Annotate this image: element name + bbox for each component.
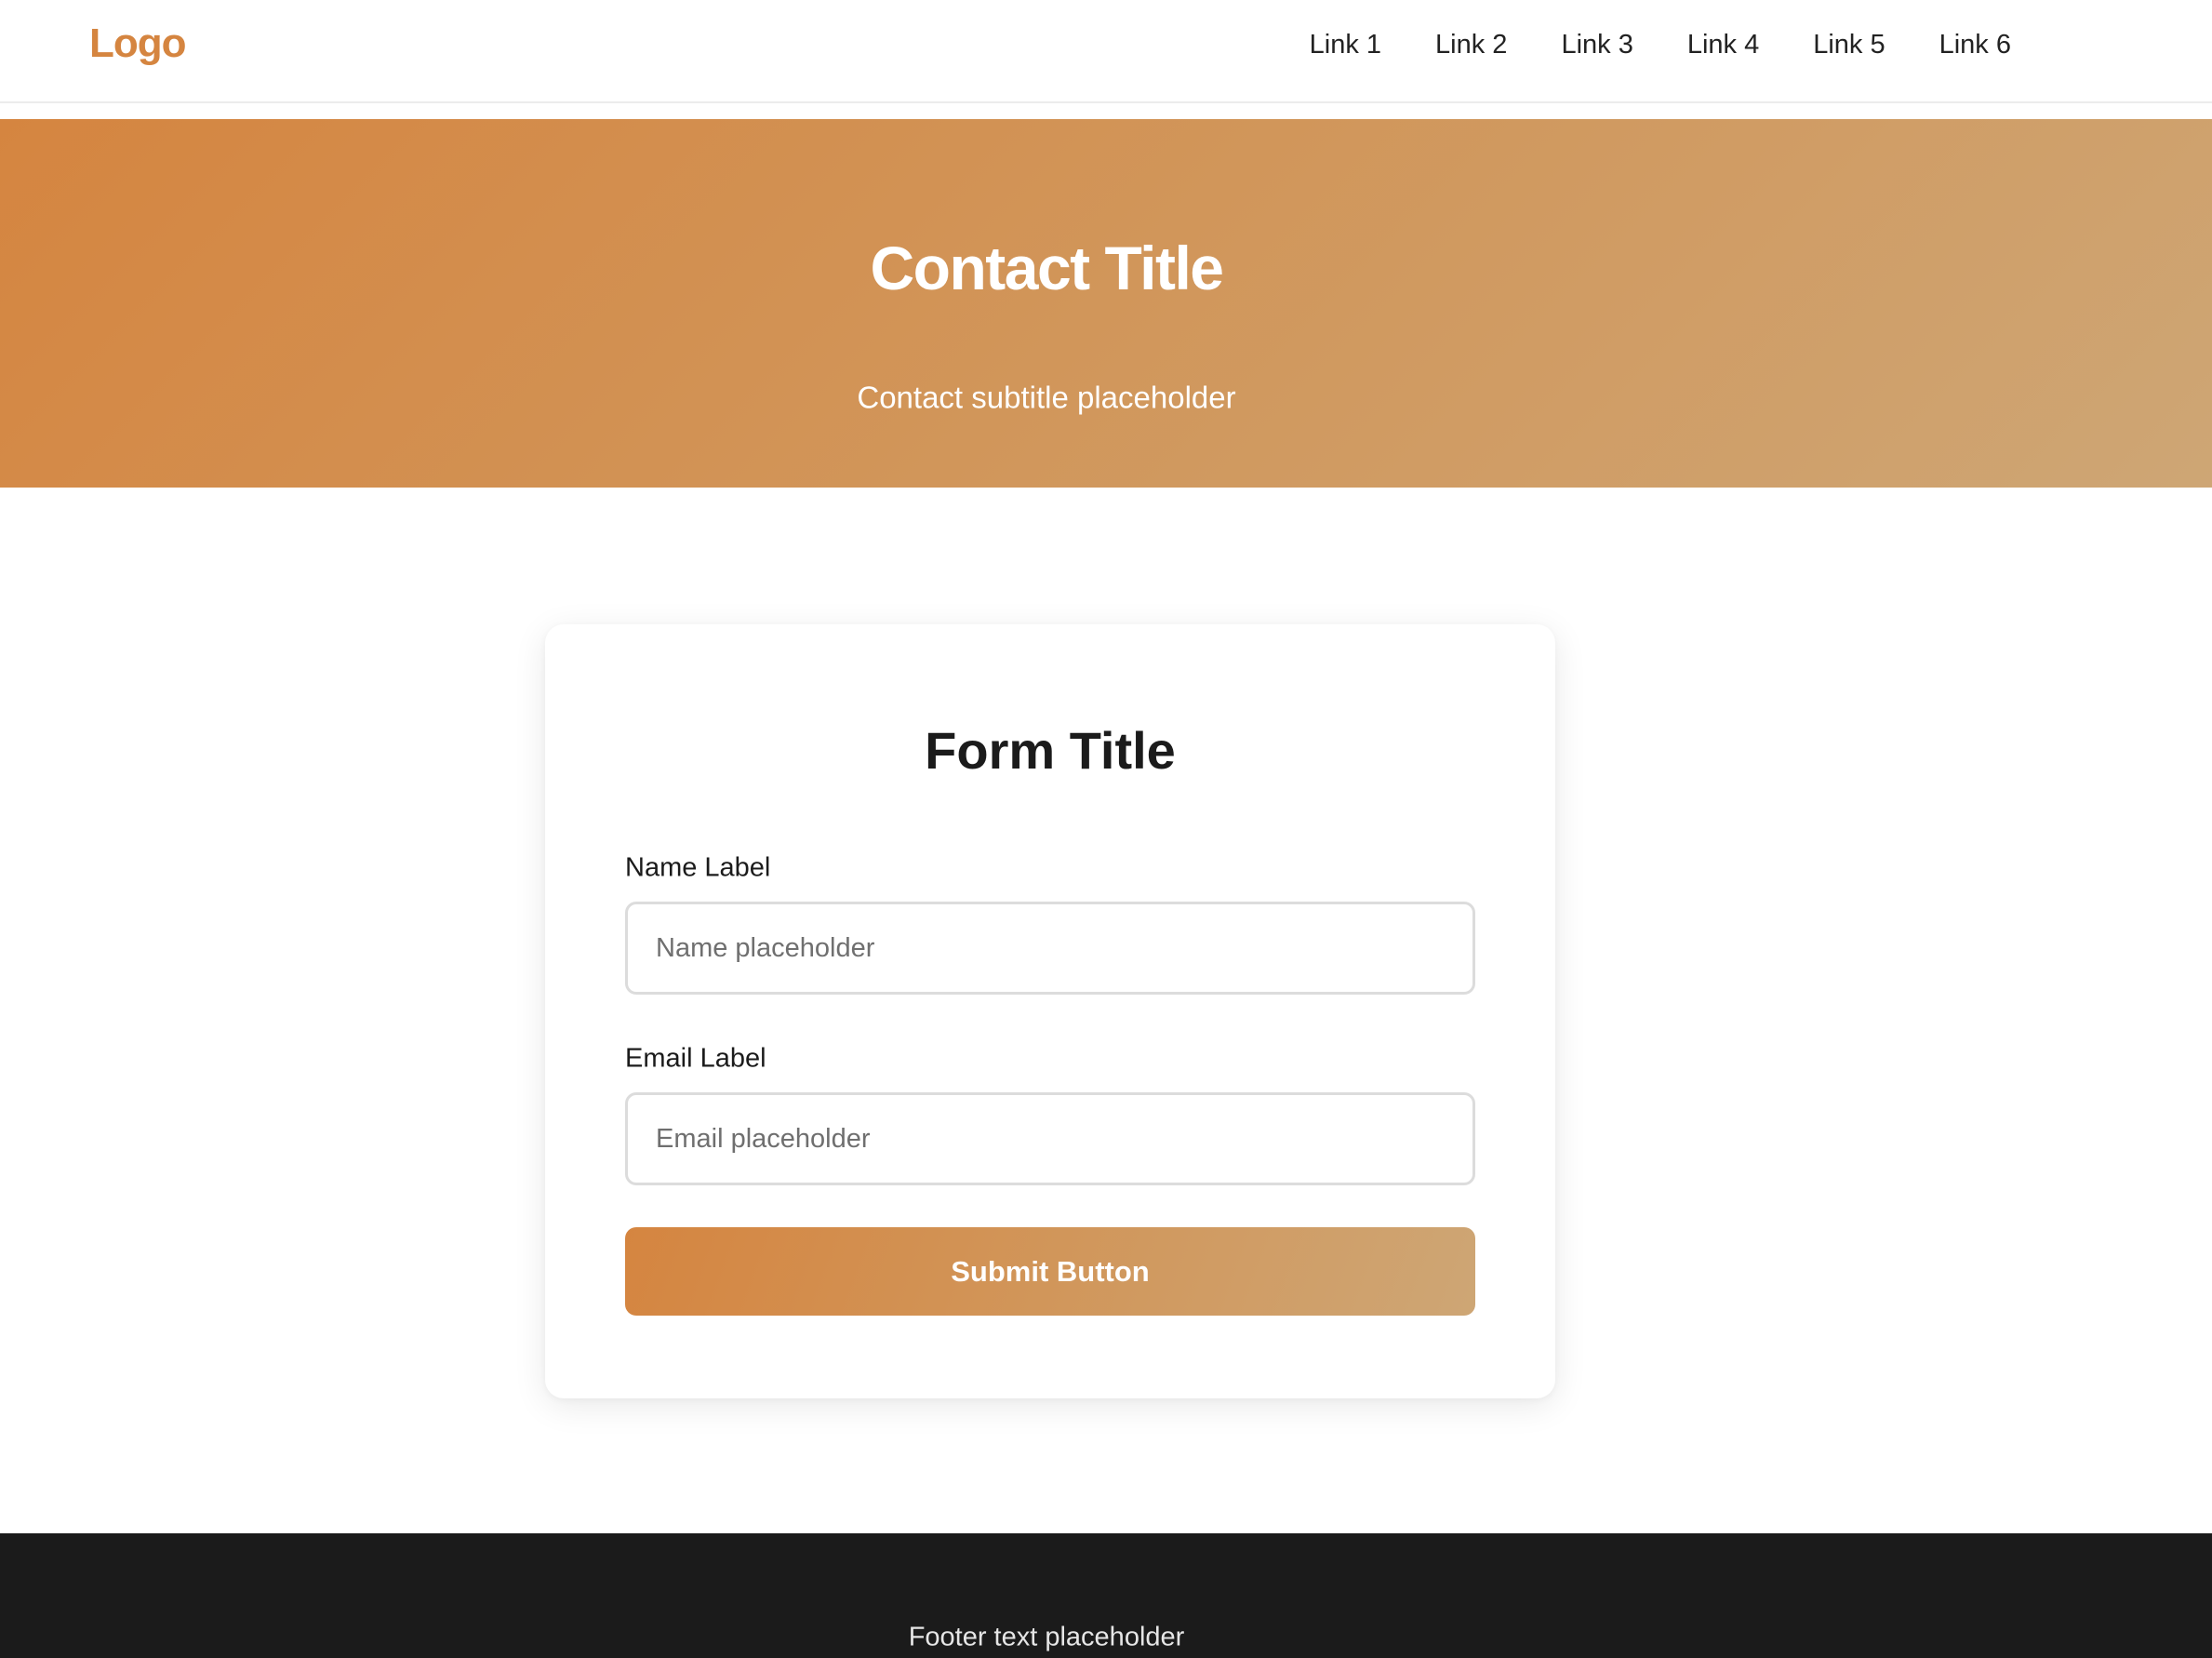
hero-subtitle: Contact subtitle placeholder <box>857 380 1236 415</box>
top-navigation-bar: Logo Link 1 Link 2 Link 3 Link 4 Link 5 … <box>0 0 2212 103</box>
main-nav: Link 1 Link 2 Link 3 Link 4 Link 5 Link … <box>1310 0 2011 90</box>
email-label: Email Label <box>625 1043 766 1074</box>
hero-title: Contact Title <box>870 234 1224 302</box>
nav-link-1[interactable]: Link 1 <box>1310 30 1381 60</box>
form-title: Form Title <box>925 721 1176 780</box>
hero-banner: Contact Title Contact subtitle placehold… <box>0 119 2212 488</box>
contact-form-card: Form Title Name Label Email Label Submit… <box>545 624 1555 1398</box>
nav-link-5[interactable]: Link 5 <box>1813 30 1885 60</box>
nav-link-2[interactable]: Link 2 <box>1435 30 1507 60</box>
footer: Footer text placeholder <box>0 1533 2212 1658</box>
nav-link-4[interactable]: Link 4 <box>1687 30 1759 60</box>
email-input[interactable] <box>625 1092 1475 1185</box>
logo-link[interactable]: Logo <box>89 20 187 67</box>
footer-text: Footer text placeholder <box>908 1622 1185 1652</box>
nav-link-3[interactable]: Link 3 <box>1561 30 1632 60</box>
name-label: Name Label <box>625 852 771 883</box>
submit-button[interactable]: Submit Button <box>625 1227 1475 1316</box>
nav-link-6[interactable]: Link 6 <box>1939 30 2011 60</box>
name-input[interactable] <box>625 902 1475 995</box>
